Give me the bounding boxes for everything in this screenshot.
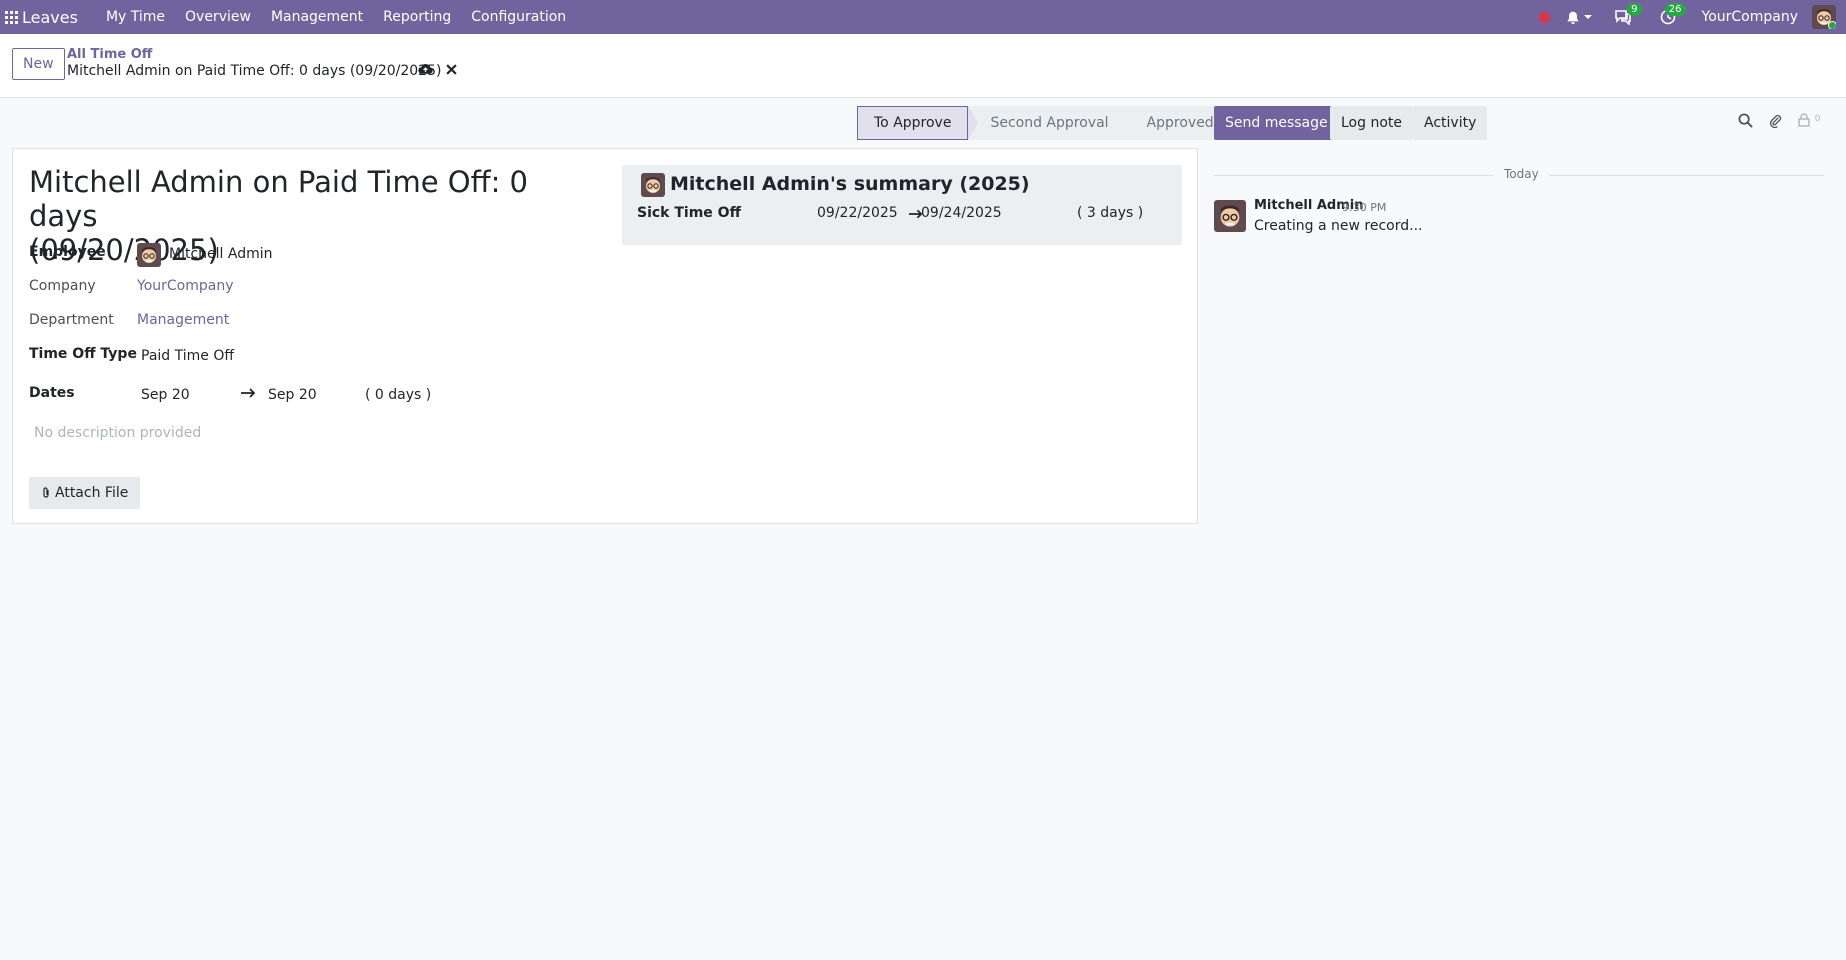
new-button[interactable]: New — [12, 48, 65, 80]
menu-overview[interactable]: Overview — [175, 0, 261, 34]
date-from-field[interactable]: Sep 20 — [141, 387, 190, 403]
time-off-type-field[interactable]: Paid Time Off — [141, 348, 234, 364]
send-message-button[interactable]: Send message — [1214, 106, 1339, 140]
notification-bell-icon[interactable] — [1558, 0, 1600, 34]
followers-lock-icon[interactable]: 0 — [1798, 113, 1821, 131]
attachments-paperclip-icon[interactable] — [1768, 113, 1783, 132]
date-separator-label: Today — [1494, 167, 1549, 181]
status-bar: To Approve Second Approval Approved — [857, 106, 1230, 140]
message-body: Creating a new record... — [1254, 218, 1423, 234]
summary-avatar — [641, 173, 665, 197]
attach-file-button[interactable]: Attach File — [29, 477, 141, 509]
company-label: Company — [29, 278, 96, 294]
summary-title: Mitchell Admin's summary (2025) — [670, 173, 1030, 195]
stage-second-approval[interactable]: Second Approval — [968, 106, 1135, 140]
menu-reporting[interactable]: Reporting — [373, 0, 461, 34]
duration-value: ( 0 days ) — [365, 387, 432, 403]
messages-icon[interactable]: 9 — [1606, 0, 1642, 34]
employee-summary: Mitchell Admin's summary (2025) Sick Tim… — [622, 165, 1182, 245]
recording-indicator-icon[interactable] — [1531, 0, 1558, 34]
user-avatar[interactable] — [1812, 5, 1836, 29]
online-status-icon — [1828, 21, 1836, 29]
employee-label: Employee — [29, 244, 106, 260]
top-navbar: Leaves My Time Overview Management Repor… — [0, 0, 1846, 34]
date-to-field[interactable]: Sep 20 — [268, 387, 317, 403]
stage-label: Approved — [1146, 115, 1214, 131]
messages-badge: 9 — [1627, 3, 1642, 16]
activity-button[interactable]: Activity — [1413, 106, 1488, 140]
record-title: Mitchell Admin on Paid Time Off: 0 days … — [29, 165, 589, 267]
main-menu: My Time Overview Management Reporting Co… — [96, 0, 576, 34]
department-label: Department — [29, 312, 114, 328]
search-icon[interactable] — [1738, 113, 1753, 132]
systray: 9 26 YourCompany — [1531, 0, 1846, 34]
message-author-avatar[interactable] — [1214, 200, 1246, 232]
chevron-down-icon — [1583, 15, 1592, 19]
attach-file-label: Attach File — [55, 485, 129, 501]
menu-management[interactable]: Management — [261, 0, 373, 34]
department-link[interactable]: Management — [137, 312, 229, 328]
employee-field[interactable]: Mitchell Admin — [169, 246, 273, 262]
form-sheet: Mitchell Admin on Paid Time Off: 0 days … — [12, 148, 1198, 524]
paperclip-icon — [43, 487, 49, 498]
breadcrumb-current: Mitchell Admin on Paid Time Off: 0 days … — [67, 63, 442, 79]
apps-menu-icon[interactable] — [0, 0, 22, 34]
discard-close-icon[interactable] — [446, 63, 457, 79]
app-name[interactable]: Leaves — [22, 8, 78, 27]
arrow-right-icon — [241, 386, 257, 402]
save-cloud-icon[interactable] — [418, 63, 433, 79]
company-link[interactable]: YourCompany — [137, 278, 234, 294]
time-off-type-label: Time Off Type — [29, 346, 137, 362]
followers-count: 0 — [1814, 114, 1821, 124]
breadcrumb-all-time-off[interactable]: All Time Off — [67, 47, 152, 62]
dates-label: Dates — [29, 385, 75, 401]
summary-row-to: 09/24/2025 — [921, 205, 1002, 221]
log-note-button[interactable]: Log note — [1330, 106, 1413, 140]
summary-row-from: 09/22/2025 — [817, 205, 898, 221]
description-field[interactable]: No description provided — [34, 425, 201, 441]
control-panel: New All Time Off Mitchell Admin on Paid … — [0, 34, 1846, 98]
stage-label: Second Approval — [990, 115, 1109, 131]
summary-row-type: Sick Time Off — [637, 205, 741, 221]
summary-row-duration: ( 3 days ) — [1077, 205, 1144, 221]
company-switcher[interactable]: YourCompany — [1684, 9, 1813, 25]
stage-label: To Approve — [874, 115, 952, 131]
employee-avatar — [137, 243, 161, 267]
title-line-1: Mitchell Admin on Paid Time Off: 0 days — [29, 165, 529, 233]
message-time: 9:30 PM — [1342, 201, 1387, 214]
activities-badge: 26 — [1664, 3, 1686, 16]
title-line-2: (09/20/2025) — [29, 233, 219, 267]
menu-my-time[interactable]: My Time — [96, 0, 175, 34]
stage-to-approve[interactable]: To Approve — [857, 106, 979, 140]
activities-clock-icon[interactable]: 26 — [1652, 0, 1686, 34]
menu-configuration[interactable]: Configuration — [461, 0, 576, 34]
